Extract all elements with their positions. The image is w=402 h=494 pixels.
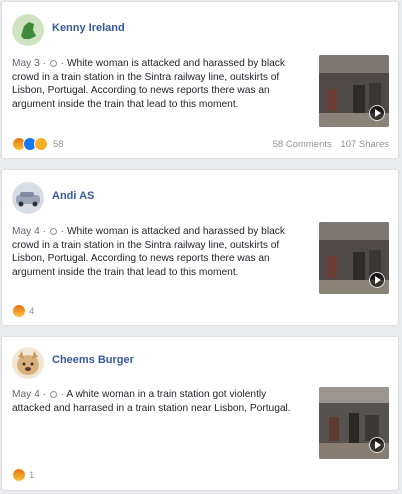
avatar[interactable] <box>12 347 44 379</box>
angry-react-icon <box>12 468 26 482</box>
wow-react-icon <box>34 137 48 151</box>
date-separator: · <box>42 389 46 400</box>
news-feed: Kenny Ireland May 3 · · White woman is a… <box>0 0 402 494</box>
play-icon[interactable] <box>369 437 385 453</box>
avatar-image <box>12 347 44 379</box>
post-card: Kenny Ireland May 3 · · White woman is a… <box>1 1 399 159</box>
video-thumbnail[interactable] <box>319 222 389 294</box>
post-body: May 4 · · A white woman in a train stati… <box>12 388 302 415</box>
globe-icon <box>49 391 57 398</box>
post-body: May 3 · · White woman is attacked and ha… <box>12 57 312 111</box>
post-card: Cheems Burger May 4 · · A white woman in… <box>1 336 399 491</box>
avatar[interactable] <box>12 182 44 214</box>
angry-react-icon <box>12 304 26 318</box>
post-body: May 4 · · White woman is attacked and ha… <box>12 225 312 279</box>
reactions-count: 4 <box>29 305 35 317</box>
author-name[interactable]: Andi AS <box>52 190 94 202</box>
post-date[interactable]: May 4 <box>12 389 40 400</box>
shares-link[interactable]: 107 Shares <box>340 139 389 150</box>
text-separator: · <box>60 389 65 400</box>
reactions-count: 58 <box>53 138 64 150</box>
post-stats: 58 Comments 107 Shares <box>267 139 389 150</box>
globe-icon <box>49 60 57 67</box>
avatar[interactable] <box>12 14 44 46</box>
avatar-image <box>12 182 44 214</box>
reactions-count: 1 <box>29 469 35 481</box>
play-icon[interactable] <box>369 272 385 288</box>
reactions-summary[interactable]: 1 <box>12 468 34 482</box>
post-date[interactable]: May 3 <box>12 58 40 69</box>
video-thumbnail[interactable] <box>319 387 389 459</box>
reactions-summary[interactable]: 4 <box>12 304 34 318</box>
globe-icon <box>49 228 57 235</box>
text-separator: · <box>60 226 65 237</box>
post-card: Andi AS May 4 · · White woman is attacke… <box>1 169 399 326</box>
author-name[interactable]: Cheems Burger <box>52 354 134 366</box>
post-date[interactable]: May 4 <box>12 226 40 237</box>
video-thumbnail[interactable] <box>319 55 389 127</box>
avatar-image <box>12 14 44 46</box>
author-name[interactable]: Kenny Ireland <box>52 22 125 34</box>
date-separator: · <box>42 226 46 237</box>
play-icon[interactable] <box>369 105 385 121</box>
text-separator: · <box>60 58 65 69</box>
date-separator: · <box>42 58 46 69</box>
reactions-summary[interactable]: 58 <box>12 137 64 151</box>
comments-link[interactable]: 58 Comments <box>273 139 332 150</box>
